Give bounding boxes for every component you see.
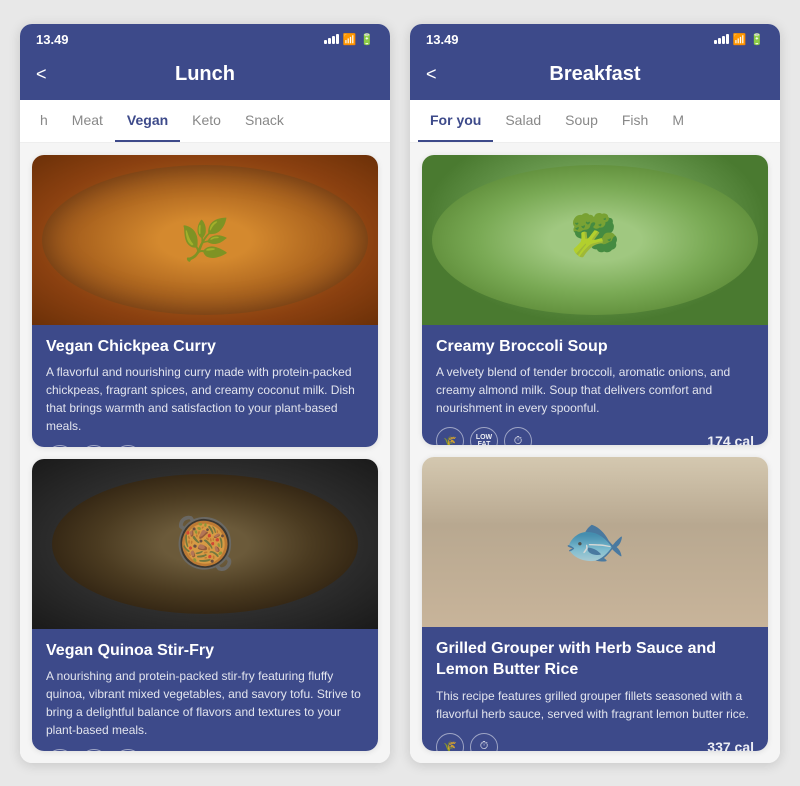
tab-h[interactable]: h <box>28 100 60 142</box>
card-footer: 🌾LOWFAT⏱ 437 cal <box>46 445 364 446</box>
wifi-icon: 📶 <box>343 33 357 46</box>
status-bar: 13.49 📶 🔋 <box>410 24 780 53</box>
status-icons: 📶 🔋 <box>714 33 764 46</box>
low-fat-badge: LOWFAT <box>80 445 108 446</box>
recipe-card[interactable]: Creamy Broccoli Soup A velvety blend of … <box>422 155 768 446</box>
category-tabs: hMeatVeganKetoSnack <box>20 100 390 143</box>
header-title: Breakfast <box>549 63 640 86</box>
category-tabs: For youSaladSoupFishM <box>410 100 780 143</box>
low-fat-badge: LOWFAT <box>470 427 498 445</box>
tab-meat[interactable]: Meat <box>60 100 115 142</box>
back-button[interactable]: < <box>36 64 47 85</box>
recipe-description: This recipe features grilled grouper fil… <box>436 687 754 723</box>
card-content: Grilled Grouper with Herb Sauce and Lemo… <box>422 627 768 750</box>
recipe-title: Vegan Chickpea Curry <box>46 337 364 358</box>
recipe-title: Grilled Grouper with Herb Sauce and Lemo… <box>436 639 754 681</box>
header-title: Lunch <box>175 63 235 86</box>
calories: 337 cal <box>707 739 754 751</box>
recipe-image <box>32 459 378 629</box>
card-badges: 🌾 LOWFAT ⏱ <box>46 445 142 446</box>
phone-screen-lunch-screen: 13.49 📶 🔋 < Lunch hMeatVeganKetoSnack V <box>20 24 390 763</box>
card-footer: 🌾LOWFAT⏱ 306 cal <box>46 749 364 750</box>
battery-icon: 🔋 <box>750 33 764 46</box>
recipe-description: A nourishing and protein-packed stir-fry… <box>46 667 364 739</box>
card-badges: 🌾 LOWFAT ⏱ <box>436 427 532 445</box>
recipe-title: Creamy Broccoli Soup <box>436 337 754 358</box>
time-badge: ⏱ <box>114 445 142 446</box>
recipe-card[interactable]: Grilled Grouper with Herb Sauce and Lemo… <box>422 457 768 750</box>
recipe-description: A flavorful and nourishing curry made wi… <box>46 363 364 435</box>
recipe-image <box>32 155 378 325</box>
screenshots-container: 13.49 📶 🔋 < Lunch hMeatVeganKetoSnack V <box>0 4 800 783</box>
recipe-description: A velvety blend of tender broccoli, arom… <box>436 363 754 417</box>
tab-vegan[interactable]: Vegan <box>115 100 180 142</box>
card-footer: 🌾⏱ 337 cal <box>436 733 754 751</box>
tab-soup[interactable]: Soup <box>553 100 610 142</box>
battery-icon: 🔋 <box>360 33 374 46</box>
status-time: 13.49 <box>426 32 459 47</box>
recipe-card[interactable]: Vegan Quinoa Stir-Fry A nourishing and p… <box>32 459 378 751</box>
status-time: 13.49 <box>36 32 69 47</box>
card-badges: 🌾 LOWFAT ⏱ <box>46 749 142 750</box>
tab-m[interactable]: M <box>660 100 696 142</box>
cards-container: Creamy Broccoli Soup A velvety blend of … <box>410 143 780 763</box>
tab-keto[interactable]: Keto <box>180 100 233 142</box>
app-header: < Breakfast <box>410 53 780 100</box>
recipe-card[interactable]: Vegan Chickpea Curry A flavorful and nou… <box>32 155 378 447</box>
signal-icon <box>714 34 729 44</box>
gluten-free-badge: 🌾 <box>46 445 74 446</box>
recipe-image <box>422 155 768 325</box>
wifi-icon: 📶 <box>733 33 747 46</box>
gluten-free-badge: 🌾 <box>436 733 464 751</box>
recipe-image <box>422 457 768 627</box>
tab-for-you[interactable]: For you <box>418 100 493 142</box>
low-fat-badge: LOWFAT <box>80 749 108 750</box>
gluten-free-badge: 🌾 <box>46 749 74 750</box>
signal-icon <box>324 34 339 44</box>
card-content: Creamy Broccoli Soup A velvety blend of … <box>422 325 768 446</box>
recipe-title: Vegan Quinoa Stir-Fry <box>46 641 364 662</box>
cards-container: Vegan Chickpea Curry A flavorful and nou… <box>20 143 390 763</box>
card-content: Vegan Quinoa Stir-Fry A nourishing and p… <box>32 629 378 751</box>
time-badge: ⏱ <box>504 427 532 445</box>
card-footer: 🌾 LOWFAT ⏱ 174 cal <box>436 427 754 445</box>
tab-fish[interactable]: Fish <box>610 100 660 142</box>
calories: 174 cal <box>707 433 754 445</box>
time-badge: ⏱ <box>114 749 142 750</box>
phone-screen-breakfast-screen: 13.49 📶 🔋 < Breakfast For youSaladSoupFi… <box>410 24 780 763</box>
status-bar: 13.49 📶 🔋 <box>20 24 390 53</box>
tab-salad[interactable]: Salad <box>493 100 553 142</box>
card-badges: 🌾⏱ <box>436 733 498 751</box>
back-button[interactable]: < <box>426 64 437 85</box>
app-header: < Lunch <box>20 53 390 100</box>
tab-snack[interactable]: Snack <box>233 100 296 142</box>
status-icons: 📶 🔋 <box>324 33 374 46</box>
time-badge: ⏱ <box>470 733 498 751</box>
gluten-free-badge: 🌾 <box>436 427 464 445</box>
card-content: Vegan Chickpea Curry A flavorful and nou… <box>32 325 378 447</box>
